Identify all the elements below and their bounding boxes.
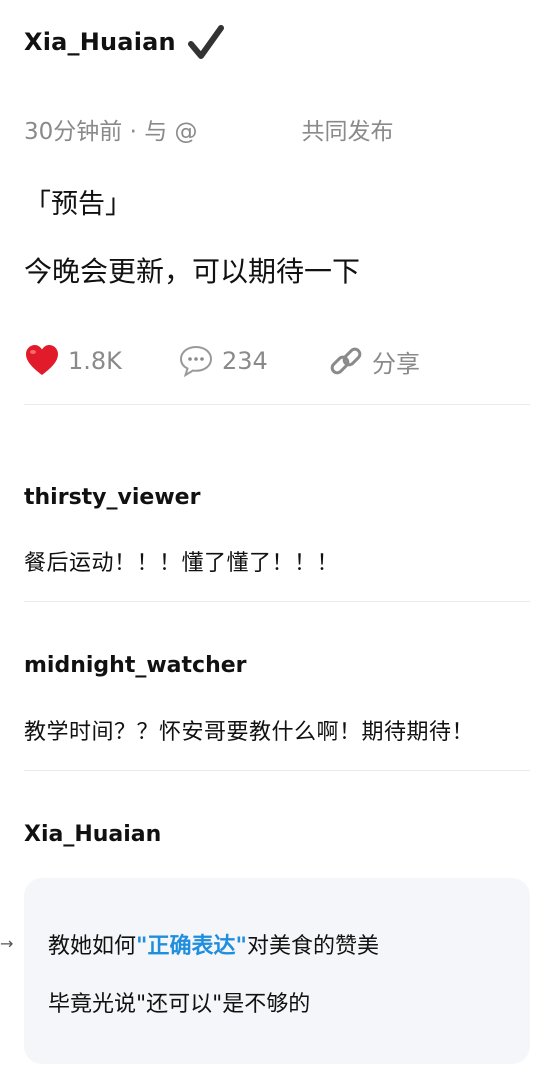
post-header: Xia_Huaian [24,22,224,62]
comment-username[interactable]: thirsty_viewer [24,485,200,510]
reply-username[interactable]: Xia_Huaian [24,822,161,847]
comment-button[interactable]: 234 [178,343,328,379]
share-label: 分享 [372,349,420,378]
like-button[interactable]: 1.8K [24,343,178,379]
post-actions: 1.8K 234 分享 [24,343,420,379]
divider [24,404,530,405]
comment-text: 餐后运动！！！懂了懂了！！！ [24,551,340,576]
reply-highlight: "正确表达" [136,934,247,959]
reply-bubble: 教她如何"正确表达"对美食的赞美 毕竟光说"还可以"是不够的 [24,878,530,1064]
divider [24,601,530,602]
post-content-line-2: 今晚会更新，可以期待一下 [24,255,361,288]
divider [24,770,530,771]
post-content-line-1: 「预告」 [24,189,132,220]
arrow-icon: → [0,934,14,953]
comment-text: 教学时间？？怀安哥要教什么啊！期待期待！ [24,720,475,745]
checkmark-icon [187,25,224,59]
reply-line-1-prefix: 教她如何 [48,934,137,959]
post-meta: 30分钟前 · 与 @ 共同发布 [24,112,394,146]
speech-bubble-icon [179,345,213,378]
post-author-name[interactable]: Xia_Huaian [24,28,176,56]
reply-line-2: 毕竟光说"还可以"是不够的 [48,992,311,1017]
comment-username[interactable]: midnight_watcher [24,653,247,678]
share-button[interactable]: 分享 [328,343,420,379]
co-publish-label: 共同发布 [301,119,394,145]
comment-count: 234 [222,347,268,375]
post-time: 30分钟前 · 与 @ [24,119,198,145]
reply-line-1: 教她如何"正确表达"对美食的赞美 [48,928,379,960]
like-count: 1.8K [68,347,122,375]
heart-icon [26,345,58,375]
reply-line-1-suffix: 对美食的赞美 [246,934,379,959]
link-icon [330,347,362,375]
